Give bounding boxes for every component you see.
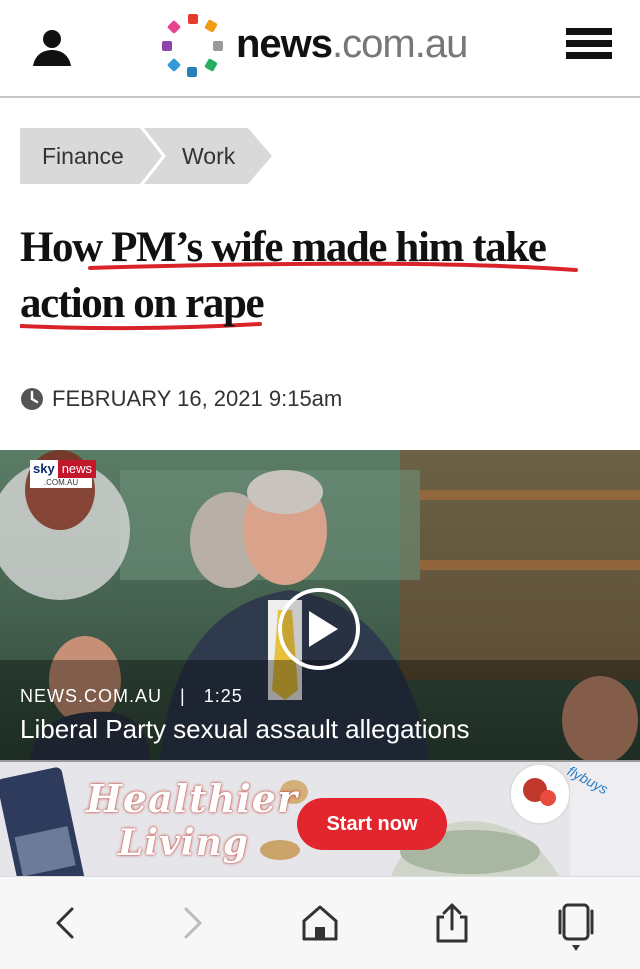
logo-main: news: [236, 22, 333, 66]
share-icon: [436, 903, 468, 943]
sky-news-logo: sky news .COM.AU: [30, 460, 97, 490]
site-logo[interactable]: news.com.au: [160, 14, 490, 78]
date-text: FEBRUARY 16, 2021 9:15am: [52, 386, 343, 411]
clock-icon: [21, 388, 43, 410]
tabs-icon: [558, 903, 594, 951]
headline-line-1: How PM’s wife made him take: [20, 224, 547, 271]
ad-headline-2: Living: [118, 822, 249, 864]
tabs-button[interactable]: [554, 901, 598, 951]
article-headline: How PM’s wife made him take action on ra…: [20, 220, 620, 332]
logo-text: news.com.au: [236, 22, 468, 67]
video-separator: |: [180, 686, 186, 706]
logo-domain: .com.au: [332, 22, 468, 66]
share-button[interactable]: [430, 901, 474, 945]
account-button[interactable]: [30, 26, 74, 70]
play-icon: [278, 588, 360, 670]
logo-dots-icon: [162, 14, 223, 77]
back-icon: [56, 907, 74, 939]
forward-icon: [184, 907, 202, 939]
video-source: NEWS.COM.AU: [20, 686, 163, 706]
ad-start-now-button[interactable]: Start now: [297, 798, 447, 850]
play-button[interactable]: [276, 586, 362, 672]
menu-button[interactable]: [566, 28, 612, 66]
home-button[interactable]: [298, 901, 342, 945]
sky-label: sky: [30, 460, 58, 478]
breadcrumb-work[interactable]: Work: [144, 128, 272, 184]
menu-icon: [566, 28, 612, 59]
news-label: news: [57, 460, 97, 478]
home-icon: [302, 905, 338, 941]
headline-line-2: action on rape: [20, 280, 265, 327]
browser-toolbar: [0, 876, 640, 969]
advertisement-banner[interactable]: Healthier Living Start now flybuys: [0, 760, 640, 878]
video-player[interactable]: sky news .COM.AU NEWS.COM.AU | 1:25 Libe…: [0, 450, 640, 760]
user-icon: [33, 30, 71, 66]
video-title: Liberal Party sexual assault allegations: [20, 714, 470, 744]
sky-sub-label: .COM.AU: [30, 478, 92, 488]
article-date: FEBRUARY 16, 2021 9:15am: [20, 384, 342, 414]
forward-button[interactable]: [170, 901, 214, 945]
video-meta: NEWS.COM.AU | 1:25: [20, 686, 243, 707]
back-button[interactable]: [44, 901, 88, 945]
breadcrumb-finance[interactable]: Finance: [20, 128, 162, 184]
ad-headline-1: Healthier: [86, 776, 298, 821]
video-duration: 1:25: [203, 686, 243, 706]
site-header: news.com.au: [0, 0, 640, 98]
